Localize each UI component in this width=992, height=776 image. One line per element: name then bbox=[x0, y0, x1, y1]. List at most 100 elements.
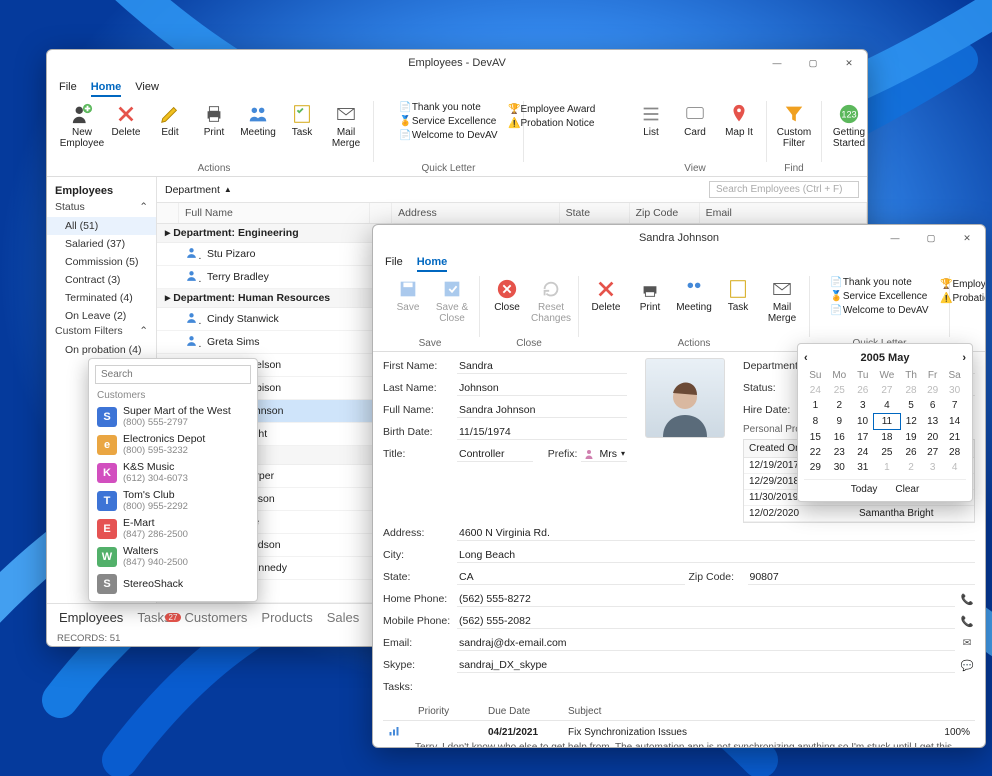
calendar-day[interactable]: 13 bbox=[922, 414, 943, 430]
calendar-day[interactable]: 31 bbox=[852, 460, 874, 475]
customer-item[interactable]: TTom's Club(800) 955-2292 bbox=[89, 487, 257, 515]
ql-probation[interactable]: ⚠️Probation Notice bbox=[504, 117, 599, 130]
ql-award[interactable]: 🏆Employee Award bbox=[936, 278, 986, 291]
customers-search[interactable] bbox=[95, 365, 251, 384]
minimize-button[interactable]: — bbox=[877, 225, 913, 251]
mobile-phone-field[interactable]: (562) 555-2082 bbox=[457, 614, 955, 629]
calendar-day[interactable]: 4 bbox=[943, 460, 966, 475]
menu-home[interactable]: Home bbox=[91, 79, 122, 97]
calendar-day[interactable]: 23 bbox=[827, 445, 852, 460]
view-card[interactable]: Card bbox=[674, 101, 716, 140]
maximize-button[interactable]: ▢ bbox=[795, 50, 831, 76]
calendar-day[interactable]: 6 bbox=[922, 398, 943, 414]
task-row[interactable]: 04/21/2021Fix Synchronization Issues100%… bbox=[383, 721, 975, 747]
calendar-day[interactable]: 8 bbox=[804, 414, 827, 430]
search-input[interactable]: Search Employees (Ctrl + F) bbox=[709, 181, 859, 198]
customer-item[interactable]: EE-Mart(847) 286-2500 bbox=[89, 515, 257, 543]
calendar-day[interactable]: 25 bbox=[827, 383, 852, 398]
customer-item[interactable]: WWalters(847) 940-2500 bbox=[89, 543, 257, 571]
delete-button[interactable]: Delete bbox=[585, 276, 627, 315]
dx-start[interactable]: 123Getting Started bbox=[828, 101, 868, 151]
ql-thankyou[interactable]: 📄Thank you note bbox=[826, 276, 932, 289]
calendar-day[interactable]: 3 bbox=[852, 398, 874, 414]
new-employee-button[interactable]: New Employee bbox=[61, 101, 103, 151]
close-button[interactable]: Close bbox=[486, 276, 528, 315]
task-button[interactable]: Task bbox=[281, 101, 323, 140]
calendar-day[interactable]: 15 bbox=[804, 430, 827, 446]
full-name-field[interactable]: Sandra Johnson bbox=[457, 403, 627, 418]
calendar-day[interactable]: 29 bbox=[804, 460, 827, 475]
calendar-day[interactable]: 5 bbox=[900, 398, 922, 414]
calendar-day[interactable]: 24 bbox=[852, 445, 874, 460]
state-field[interactable]: CA bbox=[457, 570, 685, 585]
calendar-day[interactable]: 21 bbox=[943, 430, 966, 446]
calendar-day[interactable]: 24 bbox=[804, 383, 827, 398]
custom-section[interactable]: Custom Filters⌃ bbox=[55, 325, 148, 337]
edit-button[interactable]: Edit bbox=[149, 101, 191, 140]
cal-today[interactable]: Today bbox=[851, 484, 878, 495]
calendar-day[interactable]: 16 bbox=[827, 430, 852, 446]
status-section[interactable]: Status⌃ bbox=[55, 201, 148, 213]
calendar-day[interactable]: 18 bbox=[874, 430, 900, 446]
calendar-day[interactable]: 3 bbox=[922, 460, 943, 475]
calendar-day[interactable]: 27 bbox=[922, 445, 943, 460]
calendar-day[interactable]: 10 bbox=[852, 414, 874, 430]
calendar-day[interactable]: 25 bbox=[874, 445, 900, 460]
calendar-day[interactable]: 30 bbox=[827, 460, 852, 475]
nav-sales[interactable]: Sales bbox=[327, 610, 360, 625]
calendar-day[interactable]: 26 bbox=[900, 445, 922, 460]
calendar-day[interactable]: 2 bbox=[900, 460, 922, 475]
nav-tasks[interactable]: Tasks27 bbox=[137, 610, 170, 625]
menu-home[interactable]: Home bbox=[417, 254, 448, 272]
calendar-day[interactable]: 20 bbox=[922, 430, 943, 446]
custom-filter[interactable]: Custom Filter bbox=[773, 101, 815, 151]
print-button[interactable]: Print bbox=[629, 276, 671, 315]
calendar-day[interactable]: 19 bbox=[900, 430, 922, 446]
ql-welcome[interactable]: 📄Welcome to DevAV bbox=[395, 129, 501, 142]
close-button[interactable]: ✕ bbox=[831, 50, 867, 76]
ql-award[interactable]: 🏆Employee Award bbox=[504, 103, 599, 116]
calendar-day[interactable]: 1 bbox=[804, 398, 827, 414]
cal-title[interactable]: 2005 May bbox=[861, 352, 910, 364]
calendar-day[interactable]: 29 bbox=[922, 383, 943, 398]
customer-item[interactable]: SSuper Mart of the West(800) 555-2797 bbox=[89, 403, 257, 431]
view-map[interactable]: Map It bbox=[718, 101, 760, 140]
ql-service[interactable]: 🏅Service Excellence bbox=[826, 290, 932, 303]
cal-next[interactable]: › bbox=[962, 352, 966, 364]
calendar-day[interactable]: 28 bbox=[943, 445, 966, 460]
save-close-button[interactable]: Save & Close bbox=[431, 276, 473, 326]
address-field[interactable]: 4600 N Virginia Rd. bbox=[457, 526, 975, 541]
menu-file[interactable]: File bbox=[385, 254, 403, 272]
calendar-day[interactable]: 30 bbox=[943, 383, 966, 398]
save-button[interactable]: Save bbox=[387, 276, 429, 315]
mail-merge-button[interactable]: Mail Merge bbox=[325, 101, 367, 151]
minimize-button[interactable]: — bbox=[759, 50, 795, 76]
note-row[interactable]: 12/02/2020Samantha Bright bbox=[744, 506, 974, 522]
calendar-day[interactable]: 9 bbox=[827, 414, 852, 430]
sidebar-item[interactable]: Terminated (4) bbox=[47, 289, 156, 307]
meeting-button[interactable]: Meeting bbox=[237, 101, 279, 140]
task-button[interactable]: Task bbox=[717, 276, 759, 315]
last-name-field[interactable]: Johnson bbox=[457, 381, 627, 396]
nav-employees[interactable]: Employees bbox=[59, 610, 123, 625]
skype-field[interactable]: sandraj_DX_skype bbox=[457, 658, 955, 673]
maximize-button[interactable]: ▢ bbox=[913, 225, 949, 251]
title-field[interactable]: Controller bbox=[457, 447, 533, 462]
calendar-day[interactable]: 1 bbox=[874, 460, 900, 475]
zip-field[interactable]: 90807 bbox=[748, 570, 976, 585]
customer-item[interactable]: eElectronics Depot(800) 595-3232 bbox=[89, 431, 257, 459]
cal-prev[interactable]: ‹ bbox=[804, 352, 808, 364]
email-field[interactable]: sandraj@dx-email.com bbox=[457, 636, 955, 651]
sidebar-item[interactable]: On probation (4) bbox=[47, 341, 156, 359]
city-field[interactable]: Long Beach bbox=[457, 548, 975, 563]
sidebar-item[interactable]: Salaried (37) bbox=[47, 235, 156, 253]
mailmerge-button[interactable]: Mail Merge bbox=[761, 276, 803, 326]
view-list[interactable]: List bbox=[630, 101, 672, 140]
print-button[interactable]: Print bbox=[193, 101, 235, 140]
prefix-field[interactable]: Mrs▾ bbox=[581, 447, 627, 462]
home-phone-field[interactable]: (562) 555-8272 bbox=[457, 592, 955, 607]
calendar-day[interactable]: 14 bbox=[943, 414, 966, 430]
sidebar-item[interactable]: Commission (5) bbox=[47, 253, 156, 271]
calendar-day[interactable]: 26 bbox=[852, 383, 874, 398]
sidebar-item[interactable]: On Leave (2) bbox=[47, 307, 156, 325]
